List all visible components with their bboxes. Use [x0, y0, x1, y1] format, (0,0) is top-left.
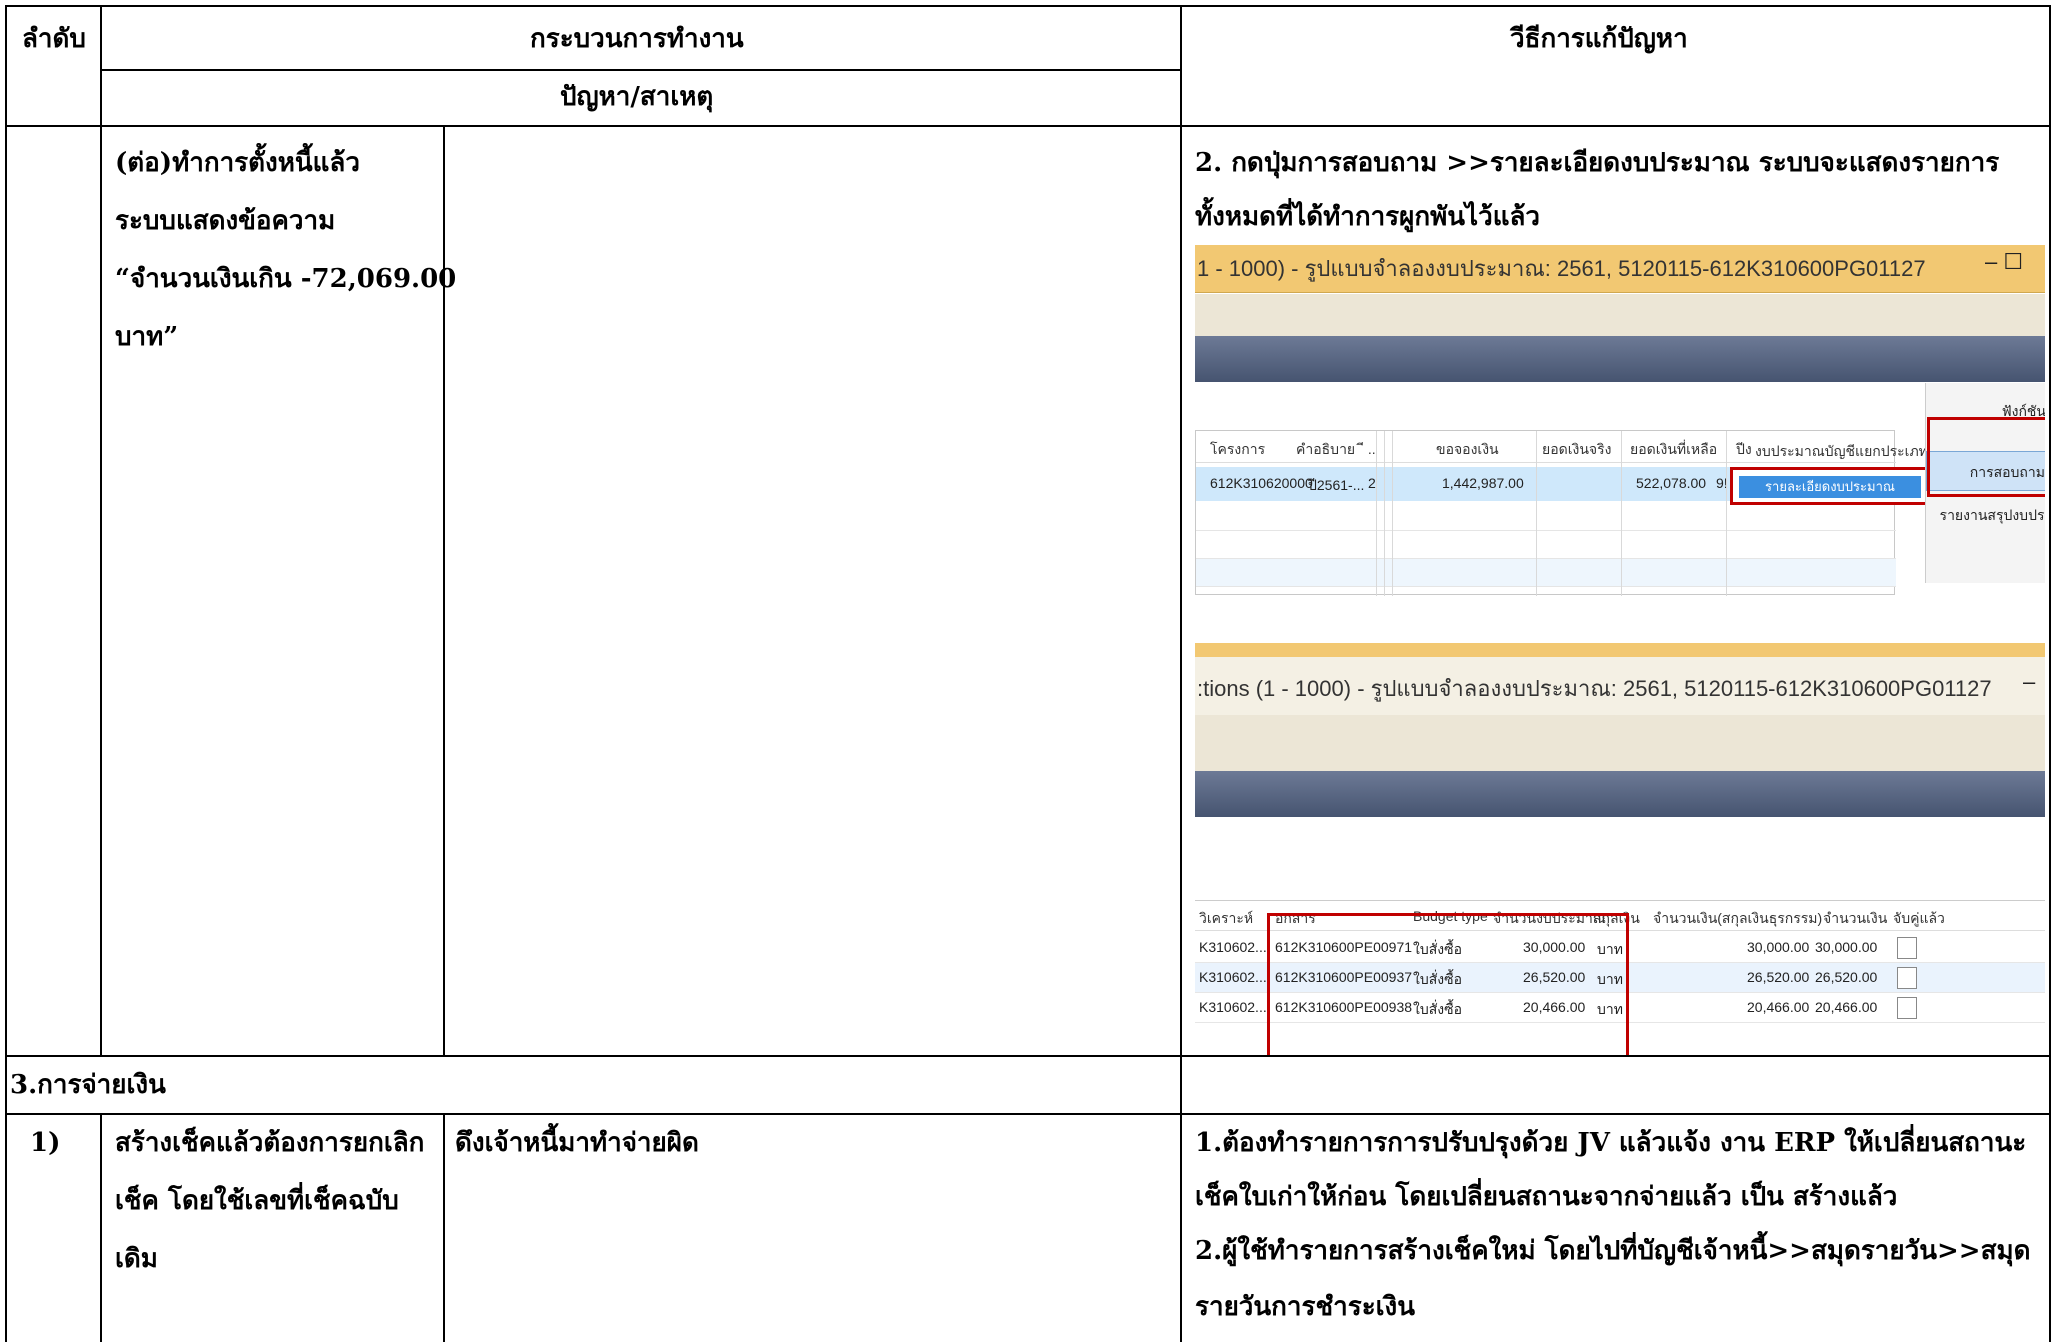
grid-col-header: คำอธิบาย [1296, 441, 1356, 457]
solution-line: เช็คใบเก่าให้ก่อน โดยเปลี่ยนสถานะจากจ่าย… [1195, 1182, 1898, 1212]
table-row [1196, 559, 1896, 587]
table-border-right [2049, 5, 2051, 1342]
grid-cell: ปี2561-... [1308, 477, 1365, 493]
window2-title-bar: :tions (1 - 1000) - รูปแบบจำลองงบประมาณ:… [1195, 657, 2045, 715]
table-col-line [100, 1113, 102, 1342]
grid-col-header: ปีง [1736, 441, 1752, 457]
window2-title: :tions (1 - 1000) - รูปแบบจำลองงบประมาณ:… [1197, 676, 1992, 701]
table-header-mid [100, 69, 1180, 71]
grid-divider [1392, 431, 1393, 596]
grid-divider [1376, 431, 1377, 596]
grid-col-header: จำนวนเงิน [1823, 910, 1888, 926]
section-title: 3.การจ่ายเงิน [10, 1070, 166, 1100]
erp-screenshot: 1 - 1000) - รูปแบบจำลองงบประมาณ: 2561, 5… [1195, 245, 2045, 1055]
grid-cell: 26,520.00 [1747, 969, 1810, 985]
grid-divider [1384, 431, 1385, 596]
grid-divider [1536, 431, 1537, 596]
grid-col-header: ยอดเงินจริง [1542, 441, 1612, 457]
grid-col-header: โครงการ [1210, 441, 1266, 457]
grid-col-header: จับคู่แล้ว [1893, 910, 1945, 926]
header-no: ลำดับ [22, 24, 86, 54]
table-col-line [100, 5, 102, 1055]
table-border-top [5, 5, 2050, 7]
process-line: บาท” [115, 322, 179, 352]
grid-col-header: ี .. [1364, 441, 1376, 457]
solution-line: 1.ต้องทำรายการการปรับปรุงด้วย JV แล้วแจ้… [1195, 1128, 2027, 1158]
problem-text: ดึงเจ้าหนี้มาทำจ่ายผิด [455, 1128, 699, 1158]
grid-col-header: ยอดเงินที่เหลือ [1630, 441, 1718, 457]
grid-cell: 30,000.00 [1747, 939, 1810, 955]
toolbar-band [1195, 294, 2045, 336]
header-problem: ปัญหา/สาเหตุ [560, 82, 714, 112]
grid-cell: 2 [1368, 475, 1376, 491]
document-highlight [1267, 913, 1629, 1055]
grid-cell: 26,520.00 [1815, 969, 1878, 985]
grid-divider [1621, 431, 1622, 596]
grid-cell: 1,442,987.00 [1442, 475, 1524, 491]
grid-cell: 522,078.00 [1636, 475, 1707, 491]
table-row-line [5, 1055, 2050, 1057]
solution-line: 2. กดปุ่มการสอบถาม >>รายละเอียดงบประมาณ … [1195, 148, 2000, 178]
process-line: (ต่อ)ทำการตั้งหนี้แล้ว [115, 148, 360, 178]
inquiry-highlight [1927, 417, 2045, 497]
ribbon-band [1195, 336, 2045, 382]
grid-cell: K310602... [1199, 939, 1267, 955]
row-number: 1) [30, 1128, 61, 1158]
window-controls[interactable]: – ☐ [1985, 249, 2023, 275]
table-row [1196, 531, 1896, 559]
document-table: ลำดับ กระบวนการทำงาน ปัญหา/สาเหตุ วีธีกา… [0, 0, 2055, 1342]
ribbon-band [1195, 771, 2045, 817]
grid-col-header: ขอจองเงิน [1436, 441, 1499, 457]
budget-detail-menu-item[interactable]: รายละเอียดงบประมาณ [1739, 476, 1921, 498]
window-title: 1 - 1000) - รูปแบบจำลองงบประมาณ: 2561, 5… [1197, 256, 1926, 281]
process-line: เดิม [115, 1244, 158, 1274]
grid-col-header: จำนวนเงิน(สกุลเงินธุรกรรม) [1653, 910, 1823, 926]
table-border-left [5, 5, 7, 1342]
table-row-line [5, 1113, 2050, 1115]
process-line: สร้างเช็คแล้วต้องการยกเลิก [115, 1128, 425, 1158]
grid-cell: K310602... [1199, 969, 1267, 985]
window-divider-band [1195, 643, 2045, 657]
grid-col-header: วิเคราะห์ [1199, 910, 1254, 926]
window-title-bar: 1 - 1000) - รูปแบบจำลองงบประมาณ: 2561, 5… [1195, 245, 2045, 293]
grid-cell: 30,000.00 [1815, 939, 1878, 955]
header-process: กระบวนการทำงาน [530, 24, 744, 54]
table-header-bottom [5, 125, 2050, 127]
toolbar-band [1195, 715, 2045, 771]
grid-cell: 20,466.00 [1815, 999, 1878, 1015]
matched-checkbox[interactable] [1897, 997, 1917, 1019]
matched-checkbox[interactable] [1897, 937, 1917, 959]
popup-header: งบประมาณบัญชีแยกประเภท [1755, 443, 1928, 459]
table-col-line [1180, 5, 1182, 1342]
minimize-icon[interactable]: – [2023, 669, 2035, 695]
budget-summary-report-button[interactable]: รายงานสรุปงบประ [1926, 505, 2045, 527]
header-solution: วีธีการแก้ปัญหา [1510, 24, 1688, 54]
process-line: ระบบแสดงข้อความ [115, 206, 336, 236]
grid-cell: 20,466.00 [1747, 999, 1810, 1015]
grid-cell: 612K310620000 [1210, 475, 1313, 491]
grid-cell: K310602... [1199, 999, 1267, 1015]
matched-checkbox[interactable] [1897, 967, 1917, 989]
budget-detail-popup: รายละเอียดงบประมาณ [1730, 467, 1928, 505]
process-line: “จำนวนเงินเกิน -72,069.00 [115, 264, 457, 294]
solution-line: ทั้งหมดที่ได้ทำการผูกพันไว้แล้ว [1195, 202, 1540, 232]
table-col-line [443, 1113, 445, 1342]
grid-divider [1726, 431, 1727, 596]
table-row [1196, 503, 1896, 531]
process-line: เช็ค โดยใช้เลขที่เช็คฉบับ [115, 1186, 399, 1216]
solution-line: 2.ผู้ใช้ทำรายการสร้างเช็คใหม่ โดยไปที่บั… [1195, 1236, 2031, 1266]
solution-line: รายวันการชำระเงิน [1195, 1292, 1416, 1322]
